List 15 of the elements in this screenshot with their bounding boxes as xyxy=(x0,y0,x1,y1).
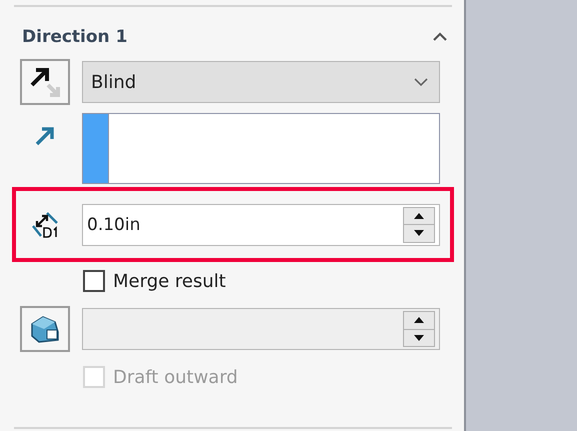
caret-icon xyxy=(432,32,448,42)
depth-field[interactable]: 0.10in xyxy=(82,204,440,246)
section-title: Direction 1 xyxy=(22,27,128,47)
arrows-icon xyxy=(28,65,62,99)
arrow-icon xyxy=(34,125,56,147)
draft-button[interactable] xyxy=(20,306,70,352)
cube-icon xyxy=(29,314,61,344)
checkbox-label: Draft outward xyxy=(113,366,238,388)
chevron-down-icon xyxy=(413,77,429,87)
reverse-direction-button[interactable] xyxy=(20,59,70,105)
checkbox-label: Merge result xyxy=(113,270,226,292)
end-condition-dropdown[interactable]: Blind xyxy=(82,61,440,103)
checkbox[interactable] xyxy=(83,270,105,292)
spinner-icon[interactable] xyxy=(403,206,435,242)
selection-box[interactable] xyxy=(82,113,440,184)
